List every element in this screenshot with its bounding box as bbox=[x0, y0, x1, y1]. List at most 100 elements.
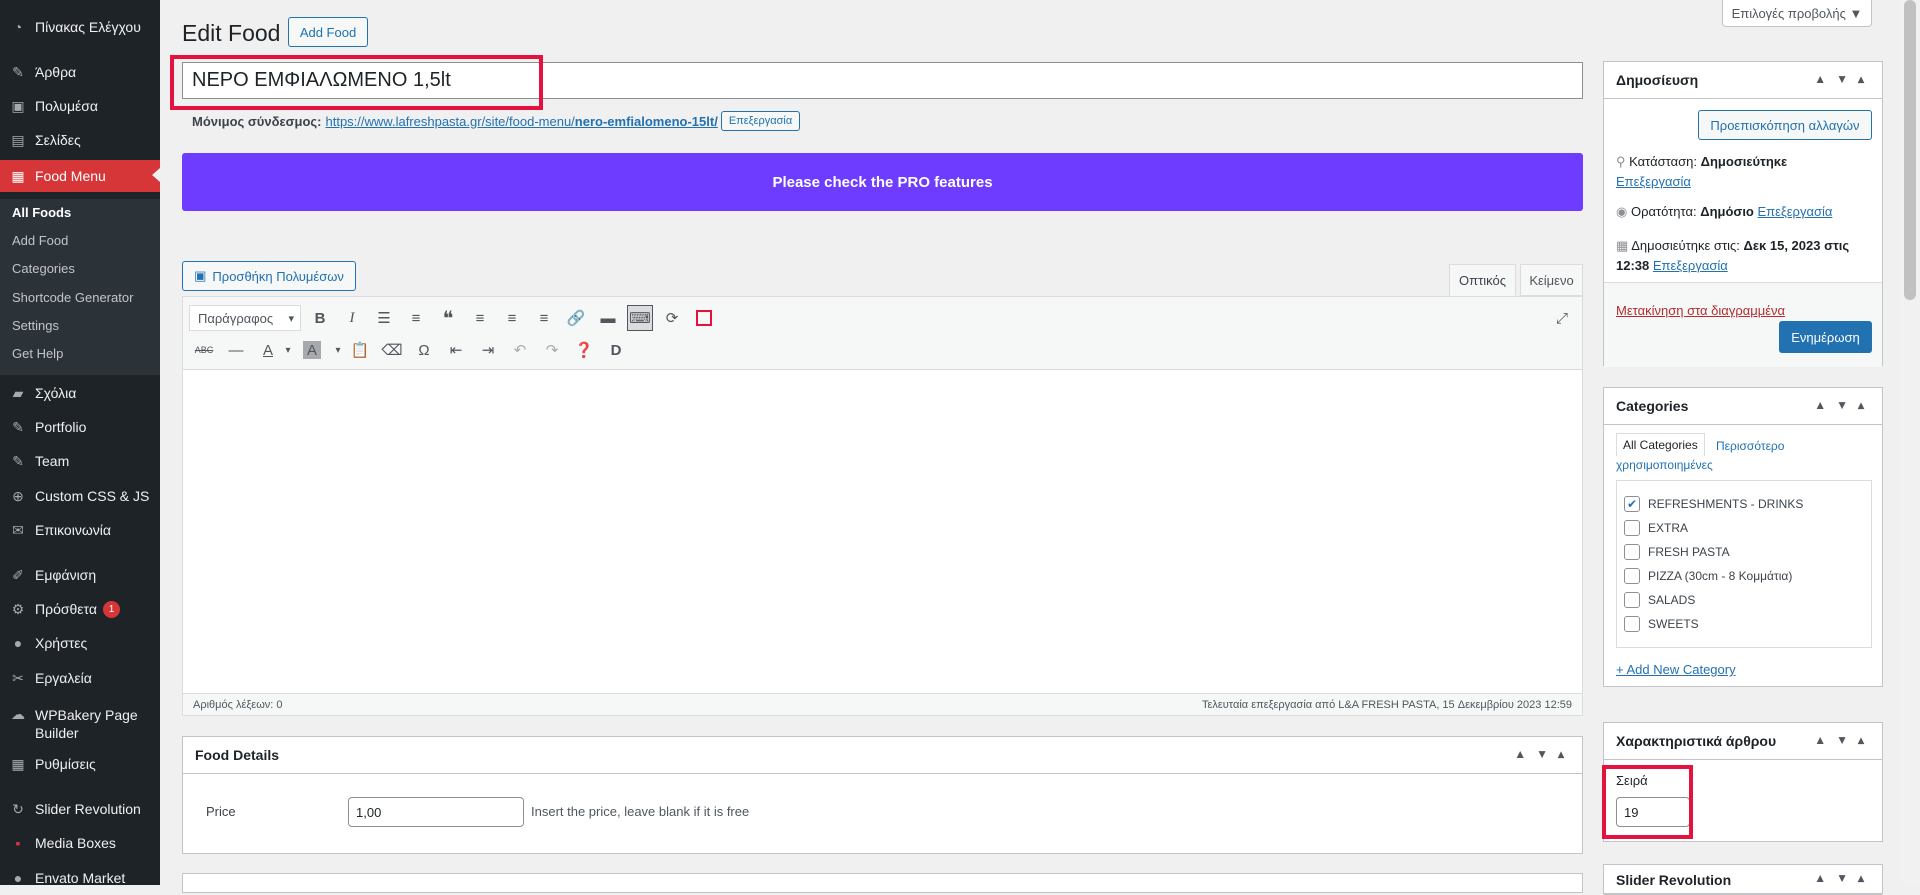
pin-icon: ✎ bbox=[12, 452, 24, 469]
category-item[interactable]: SWEETS bbox=[1624, 616, 1699, 632]
sidebar-item-appearance[interactable]: ✐ Εμφάνιση bbox=[0, 560, 160, 590]
sidebar-item-wpbakery[interactable]: ☁ WPBakery Page Builder bbox=[0, 702, 160, 746]
sidebar-item-pages[interactable]: ▤ Σελίδες bbox=[0, 125, 160, 155]
categories-header[interactable]: Categories ▲▼▴ bbox=[1604, 388, 1882, 425]
text-color-dropdown-icon[interactable]: ▾ bbox=[275, 337, 301, 363]
sidebar-item-team[interactable]: ✎ Team bbox=[0, 446, 160, 476]
d-shortcode-icon[interactable]: D bbox=[603, 337, 629, 363]
box-controls-icon[interactable]: ▲▼▴ bbox=[1814, 871, 1874, 885]
sidebar-item-contact[interactable]: ✉ Επικοινωνία bbox=[0, 515, 160, 545]
food-details-header[interactable]: Food Details ▲▼▴ bbox=[183, 737, 1582, 774]
category-item[interactable]: EXTRA bbox=[1624, 520, 1688, 536]
indent-icon[interactable]: ⇥ bbox=[475, 337, 501, 363]
sidebar-item-slider-revolution[interactable]: ↻ Slider Revolution bbox=[0, 794, 160, 824]
help-icon[interactable]: ❓ bbox=[571, 337, 597, 363]
numbered-list-icon[interactable]: ≡ bbox=[403, 305, 429, 331]
align-right-icon[interactable]: ≡ bbox=[531, 305, 557, 331]
editor-content-area[interactable] bbox=[183, 371, 1582, 671]
bold-icon[interactable]: B bbox=[307, 305, 333, 331]
checkbox-icon[interactable] bbox=[1624, 568, 1640, 584]
undo-icon[interactable]: ↶ bbox=[507, 337, 533, 363]
submenu-categories[interactable]: Categories bbox=[12, 261, 75, 276]
permalink-edit-button[interactable]: Επεξεργασία bbox=[720, 111, 801, 131]
visibility-edit-link[interactable]: Επεξεργασία bbox=[1758, 204, 1833, 219]
sidebar-item-custom-css-js[interactable]: ⊕ Custom CSS & JS bbox=[0, 481, 160, 511]
horizontal-line-icon[interactable]: — bbox=[223, 337, 249, 363]
fullscreen-icon[interactable]: ⤢ bbox=[1549, 305, 1575, 331]
clear-formatting-icon[interactable]: ⌫ bbox=[379, 337, 405, 363]
title-highlight-box bbox=[170, 55, 543, 110]
add-food-button[interactable]: Add Food bbox=[288, 17, 368, 47]
category-item[interactable]: FRESH PASTA bbox=[1624, 544, 1730, 560]
sidebar-item-envato-market[interactable]: ● Envato Market bbox=[0, 863, 160, 893]
tools-icon: ✂ bbox=[12, 669, 24, 686]
date-edit-link[interactable]: Επεξεργασία bbox=[1653, 258, 1728, 273]
permalink-link[interactable]: https://www.lafreshpasta.gr/site/food-me… bbox=[326, 114, 718, 129]
sidebar-item-food-menu[interactable]: ▦ Food Menu bbox=[0, 160, 160, 192]
add-new-category-link[interactable]: + Add New Category bbox=[1616, 662, 1736, 677]
media-icon: ▣ bbox=[11, 97, 25, 114]
pro-features-banner[interactable]: Please check the PRO features bbox=[182, 153, 1583, 211]
category-item[interactable]: SALADS bbox=[1624, 592, 1695, 608]
sidebar-item-users[interactable]: ● Χρήστες bbox=[0, 628, 160, 658]
screen-options-button[interactable]: Επιλογές προβολής ▼ bbox=[1722, 0, 1872, 27]
category-item[interactable]: ✔ REFRESHMENTS - DRINKS bbox=[1624, 496, 1803, 512]
checkbox-icon[interactable] bbox=[1624, 592, 1640, 608]
submenu-shortcode-generator[interactable]: Shortcode Generator bbox=[12, 290, 133, 305]
link-icon[interactable]: 🔗 bbox=[563, 305, 589, 331]
tab-text[interactable]: Κείμενο bbox=[1520, 264, 1583, 296]
paste-text-icon[interactable]: 📋 bbox=[347, 337, 373, 363]
checkbox-checked-icon[interactable]: ✔ bbox=[1624, 496, 1640, 512]
submenu-settings[interactable]: Settings bbox=[12, 318, 59, 333]
sidebar-item-dashboard[interactable]: ◔ Πίνακας Ελέγχου bbox=[0, 12, 160, 42]
category-item[interactable]: PIZZA (30cm - 8 Κομμάτια) bbox=[1624, 568, 1792, 584]
blockquote-icon[interactable]: ❝ bbox=[435, 305, 461, 331]
box-controls-icon[interactable]: ▲▼▴ bbox=[1814, 72, 1874, 86]
slider-revolution-header[interactable]: Slider Revolution ▲▼▴ bbox=[1604, 865, 1882, 895]
checkbox-icon[interactable] bbox=[1624, 520, 1640, 536]
redo-icon[interactable]: ↷ bbox=[539, 337, 565, 363]
preview-changes-button[interactable]: Προεπισκόπηση αλλαγών bbox=[1698, 110, 1872, 140]
page-scrollbar[interactable] bbox=[1900, 0, 1920, 885]
submenu-all-foods[interactable]: All Foods bbox=[12, 205, 71, 220]
status-edit-link[interactable]: Επεξεργασία bbox=[1616, 174, 1691, 189]
sidebar-item-settings[interactable]: ▦ Ρυθμίσεις bbox=[0, 749, 160, 779]
tab-visual[interactable]: Οπτικός bbox=[1449, 264, 1516, 296]
toolbar-toggle-icon[interactable]: ⌨ bbox=[627, 305, 653, 331]
sidebar-item-media-boxes[interactable]: ▪ Media Boxes bbox=[0, 828, 160, 858]
post-attributes-header[interactable]: Χαρακτηριστικά άρθρου ▲▼▴ bbox=[1604, 723, 1882, 760]
submenu-add-food[interactable]: Add Food bbox=[12, 233, 68, 248]
outdent-icon[interactable]: ⇤ bbox=[443, 337, 469, 363]
checkbox-icon[interactable] bbox=[1624, 544, 1640, 560]
checkbox-icon[interactable] bbox=[1624, 616, 1640, 632]
align-left-icon[interactable]: ≡ bbox=[467, 305, 493, 331]
refresh-icon[interactable]: ⟳ bbox=[659, 305, 685, 331]
publish-header[interactable]: Δημοσίευση ▲▼▴ bbox=[1604, 62, 1882, 99]
submenu-get-help[interactable]: Get Help bbox=[12, 346, 63, 361]
scrollbar-thumb[interactable] bbox=[1904, 0, 1916, 300]
sidebar-item-tools[interactable]: ✂ Εργαλεία bbox=[0, 663, 160, 693]
sidebar-item-portfolio[interactable]: ✎ Portfolio bbox=[0, 412, 160, 442]
align-center-icon[interactable]: ≡ bbox=[499, 305, 525, 331]
sidebar-item-comments[interactable]: ▰ Σχόλια bbox=[0, 378, 160, 408]
add-media-button[interactable]: ▣ Προσθήκη Πολυμέσων bbox=[182, 261, 356, 291]
sidebar-item-plugins[interactable]: ⚙ Πρόσθετα 1 bbox=[0, 594, 160, 624]
box-controls-icon[interactable]: ▲▼▴ bbox=[1514, 747, 1574, 761]
strikethrough-icon[interactable]: ABC bbox=[191, 337, 217, 363]
box-controls-icon[interactable]: ▲▼▴ bbox=[1814, 398, 1874, 412]
special-character-icon[interactable]: Ω bbox=[411, 337, 437, 363]
box-controls-icon[interactable]: ▲▼▴ bbox=[1814, 733, 1874, 747]
sidebar-item-posts[interactable]: ✎ Άρθρα bbox=[0, 57, 160, 87]
price-input[interactable]: 1,00 bbox=[348, 797, 524, 827]
update-button[interactable]: Ενημέρωση bbox=[1779, 321, 1872, 353]
move-to-trash-link[interactable]: Μετακίνηση στα διαγραμμένα bbox=[1616, 303, 1785, 318]
format-select[interactable]: Παράγραφος bbox=[189, 305, 301, 331]
bullet-list-icon[interactable]: ☰ bbox=[371, 305, 397, 331]
italic-icon[interactable]: I bbox=[339, 305, 365, 331]
read-more-icon[interactable]: ▬ bbox=[595, 305, 621, 331]
calendar-icon: ▦ bbox=[1616, 238, 1629, 253]
sidebar-item-media[interactable]: ▣ Πολυμέσα bbox=[0, 91, 160, 121]
tab-most-used[interactable]: Περισσότερο χρησιμοποιημένες bbox=[1616, 437, 1856, 475]
background-color-icon[interactable]: A bbox=[303, 341, 321, 359]
pro-shortcode-icon[interactable] bbox=[691, 305, 717, 331]
